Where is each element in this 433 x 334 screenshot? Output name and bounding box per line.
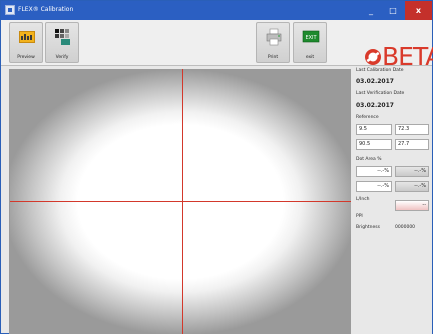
last-calibration-label: Last Calibration Date — [356, 68, 404, 73]
dot-area-label: Dot Area % — [356, 157, 382, 162]
last-calibration-date: 03.02.2017 — [356, 78, 394, 85]
close-button[interactable]: x — [405, 1, 432, 20]
crosshair-horizontal — [10, 201, 352, 202]
reference-field-1[interactable]: 9.5 — [356, 124, 392, 135]
printer-icon — [266, 28, 282, 46]
dot-area-field-1: --.-% — [356, 166, 392, 177]
preview-icon — [19, 31, 35, 43]
calibration-image-viewer[interactable] — [9, 69, 352, 334]
toolbar: Preview Verify Print EXIT exit BET — [1, 20, 433, 71]
dot-area-field-4: --.-% — [395, 181, 429, 192]
ppi-label: PPI — [356, 214, 363, 219]
window-title: FLEX® Calibration — [18, 6, 74, 13]
print-button[interactable]: Print — [256, 22, 290, 63]
preview-button[interactable]: Preview — [9, 22, 43, 63]
verify-label: Verify — [55, 55, 69, 60]
print-label: Print — [267, 55, 279, 60]
verify-icon — [55, 29, 70, 45]
last-verification-label: Last Verification Date — [356, 91, 405, 96]
dot-area-field-3: --.-% — [356, 181, 392, 192]
reference-label: Reference — [356, 115, 379, 120]
minimize-button[interactable]: _ — [360, 1, 382, 20]
title-bar: FLEX® Calibration _ □ x — [1, 1, 432, 20]
exit-icon: EXIT — [302, 30, 320, 43]
exit-icon-text: EXIT — [305, 35, 317, 41]
exit-label: exit — [305, 55, 315, 60]
calibration-window: FLEX® Calibration _ □ x Preview Verify P… — [0, 0, 433, 334]
lpi-label: L/Inch — [356, 197, 370, 202]
maximize-button[interactable]: □ — [382, 1, 404, 20]
reference-field-2[interactable]: 72.3 — [395, 124, 429, 135]
crosshair-vertical — [182, 69, 183, 334]
exit-button[interactable]: EXIT exit — [293, 22, 327, 63]
reference-field-4[interactable]: 27.7 — [395, 139, 429, 150]
verify-button[interactable]: Verify — [45, 22, 79, 63]
brightness-value: 0000000 — [395, 225, 416, 230]
dot-area-field-2: --.-% — [395, 166, 429, 177]
preview-label: Preview — [17, 55, 35, 60]
app-icon — [5, 5, 15, 15]
brightness-label: Brightness — [356, 225, 380, 230]
info-panel: Last Calibration Date 03.02.2017 Last Ve… — [351, 66, 432, 334]
lpi-field: -- — [395, 200, 429, 211]
reference-field-3[interactable]: 90.5 — [356, 139, 392, 150]
beta-logo-icon — [365, 49, 381, 65]
last-verification-date: 03.02.2017 — [356, 102, 394, 109]
